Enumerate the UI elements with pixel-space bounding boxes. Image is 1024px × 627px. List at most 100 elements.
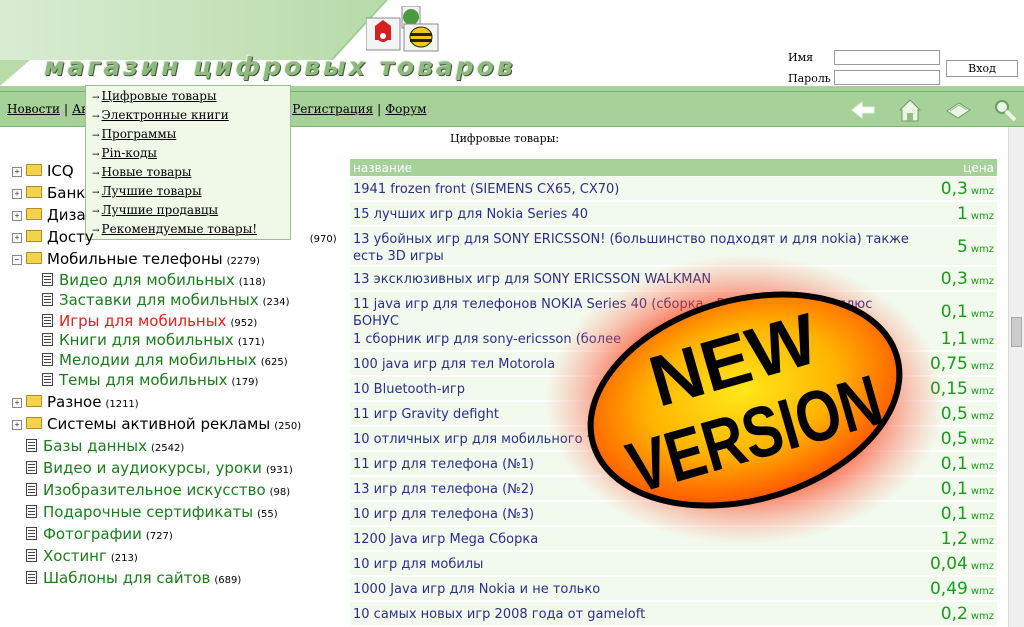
tree-item[interactable]: Хостинг (213) [26,547,138,565]
expand-icon: + [12,233,22,243]
nav-icons [850,95,1018,125]
home-icon[interactable] [896,96,924,124]
login-submit-button[interactable]: Вход [946,60,1018,77]
product-name-link[interactable]: 10 самых новых игр 2008 года от gameloft [353,606,913,623]
tree-subitem[interactable]: Мелодии для мобильных (625) [42,351,288,369]
product-price: 0,49 wmz [929,579,994,599]
product-price: 1,2 wmz [940,529,994,549]
table-row[interactable]: 10 самых новых игр 2008 года от gameloft… [350,602,997,627]
tree-subitem-active[interactable]: Игры для мобильных (952) [42,312,257,330]
dropdown-item-digital-goods[interactable]: → Цифровые товары [92,89,217,103]
column-header-name: название [353,161,413,175]
tree-subitem[interactable]: Книги для мобильных (171) [42,331,265,349]
product-price: 0,3 wmz [940,179,994,199]
expand-icon: + [12,211,22,221]
product-price: 0,5 wmz [940,429,994,449]
table-row[interactable]: 15 лучших игр для Nokia Series 40 1 wmz [350,202,997,227]
folder-icon [26,395,42,407]
tree-subitem[interactable]: Темы для мобильных (179) [42,371,258,389]
expand-icon: + [12,189,22,199]
product-name-link[interactable]: 1000 Java игр для Nokia и не только [353,581,913,598]
nav-link-forum[interactable]: Форум [385,102,426,116]
product-price: 5 wmz [957,237,994,257]
table-row[interactable]: 10 игр для мобилы 0,04 wmz [350,552,997,577]
document-icon [26,505,37,518]
product-price: 0,5 wmz [940,404,994,424]
document-icon [26,439,37,452]
login-name-label: Имя [788,51,814,64]
mail-icon[interactable] [944,99,972,121]
product-price: 0,04 wmz [929,554,994,574]
tree-item[interactable]: + Диза [12,206,90,224]
product-price: 0,3 wmz [940,269,994,289]
dropdown-item-best-sellers[interactable]: → Лучшие продавцы [92,203,218,217]
search-icon[interactable] [992,97,1018,123]
product-price: 0,1 wmz [940,504,994,524]
document-icon [42,293,53,306]
product-price: 1 wmz [957,204,994,224]
scrollbar-thumb[interactable] [1011,317,1022,347]
tree-item[interactable]: Фотографии (727) [26,525,173,543]
tree-item[interactable]: + Разное (1211) [12,393,139,411]
open-folder-icon [26,252,42,264]
product-price: 0,1 wmz [940,479,994,499]
product-price: 1,1 wmz [940,329,994,349]
tree-item[interactable]: + Системы активной рекламы (250) [12,415,301,433]
product-name-link[interactable]: 10 игр для мобилы [353,556,913,573]
expand-icon: + [12,420,22,430]
page-scrollbar[interactable] [1008,127,1024,627]
product-name-link[interactable]: 1941 frozen front (SIEMENS CX65, CX70) [353,181,913,198]
collapse-icon: − [12,255,22,265]
document-icon [26,461,37,474]
section-title: Цифровые товары: [450,132,560,145]
document-icon [42,373,53,386]
tree-item[interactable]: + Банк [12,184,89,202]
back-arrow-icon[interactable] [850,99,876,121]
document-icon [42,333,53,346]
new-version-badge: NEW VERSION [545,255,945,545]
dropdown-item-pin-codes[interactable]: → Pin-коды [92,146,157,160]
login-name-input[interactable] [834,50,940,65]
column-header-price: цена [963,161,994,175]
tree-item[interactable]: Изобразительное искусство (98) [26,481,290,499]
document-icon [26,527,37,540]
folder-icon [26,417,42,429]
folder-icon [26,164,42,176]
tree-subitem[interactable]: Заставки для мобильных (234) [42,291,290,309]
dropdown-item-best-goods[interactable]: → Лучшие товары [92,184,202,198]
document-icon [42,273,53,286]
catalog-dropdown-menu: → Цифровые товары → Электронные книги → Про… [85,85,291,240]
product-price: 0,1 wmz [940,302,994,322]
nav-link-news[interactable]: Новости [7,102,60,116]
table-row[interactable]: 1941 frozen front (SIEMENS CX65, CX70) 0,… [350,177,997,202]
folder-icon [26,230,42,242]
dropdown-item-programs[interactable]: → Программы [92,127,176,141]
tree-item[interactable]: + Досту (970) [12,228,337,246]
tree-item[interactable]: Видео и аудиокурсы, уроки (931) [26,459,293,477]
tree-item[interactable]: Базы данных (2542) [26,437,184,455]
login-password-input[interactable] [834,70,940,85]
expand-icon: + [12,398,22,408]
product-price: 0,2 wmz [940,604,994,624]
table-header: название цена [350,159,997,176]
dropdown-item-ebooks[interactable]: → Электронные книги [92,108,229,122]
document-icon [26,571,37,584]
folder-icon [26,208,42,220]
dropdown-item-new-goods[interactable]: → Новые товары [92,165,191,179]
site-logo[interactable]: магазин цифровых товаров [44,52,516,81]
expand-icon: + [12,167,22,177]
document-icon [42,353,53,366]
product-name-link[interactable]: 15 лучших игр для Nokia Series 40 [353,206,913,223]
tree-item[interactable]: Подарочные сертификаты (55) [26,503,278,521]
site-header: магазин цифровых товаров Имя Пароль Вход [0,0,1024,92]
table-row[interactable]: 1000 Java игр для Nokia и не только 0,49 w… [350,577,997,602]
nav-link-registration[interactable]: Регистрация [292,102,373,116]
tree-subitem[interactable]: Видео для мобильных (118) [42,271,266,289]
tree-item-mobile-phones[interactable]: − Мобильные телефоны (2279) [12,250,260,268]
tree-item[interactable]: + ICQ [12,162,78,180]
login-password-label: Пароль [788,72,831,85]
tree-item[interactable]: Шаблоны для сайтов (689) [26,569,241,587]
folder-icon [26,186,42,198]
product-price: 0,1 wmz [940,454,994,474]
payment-icons [366,6,439,52]
